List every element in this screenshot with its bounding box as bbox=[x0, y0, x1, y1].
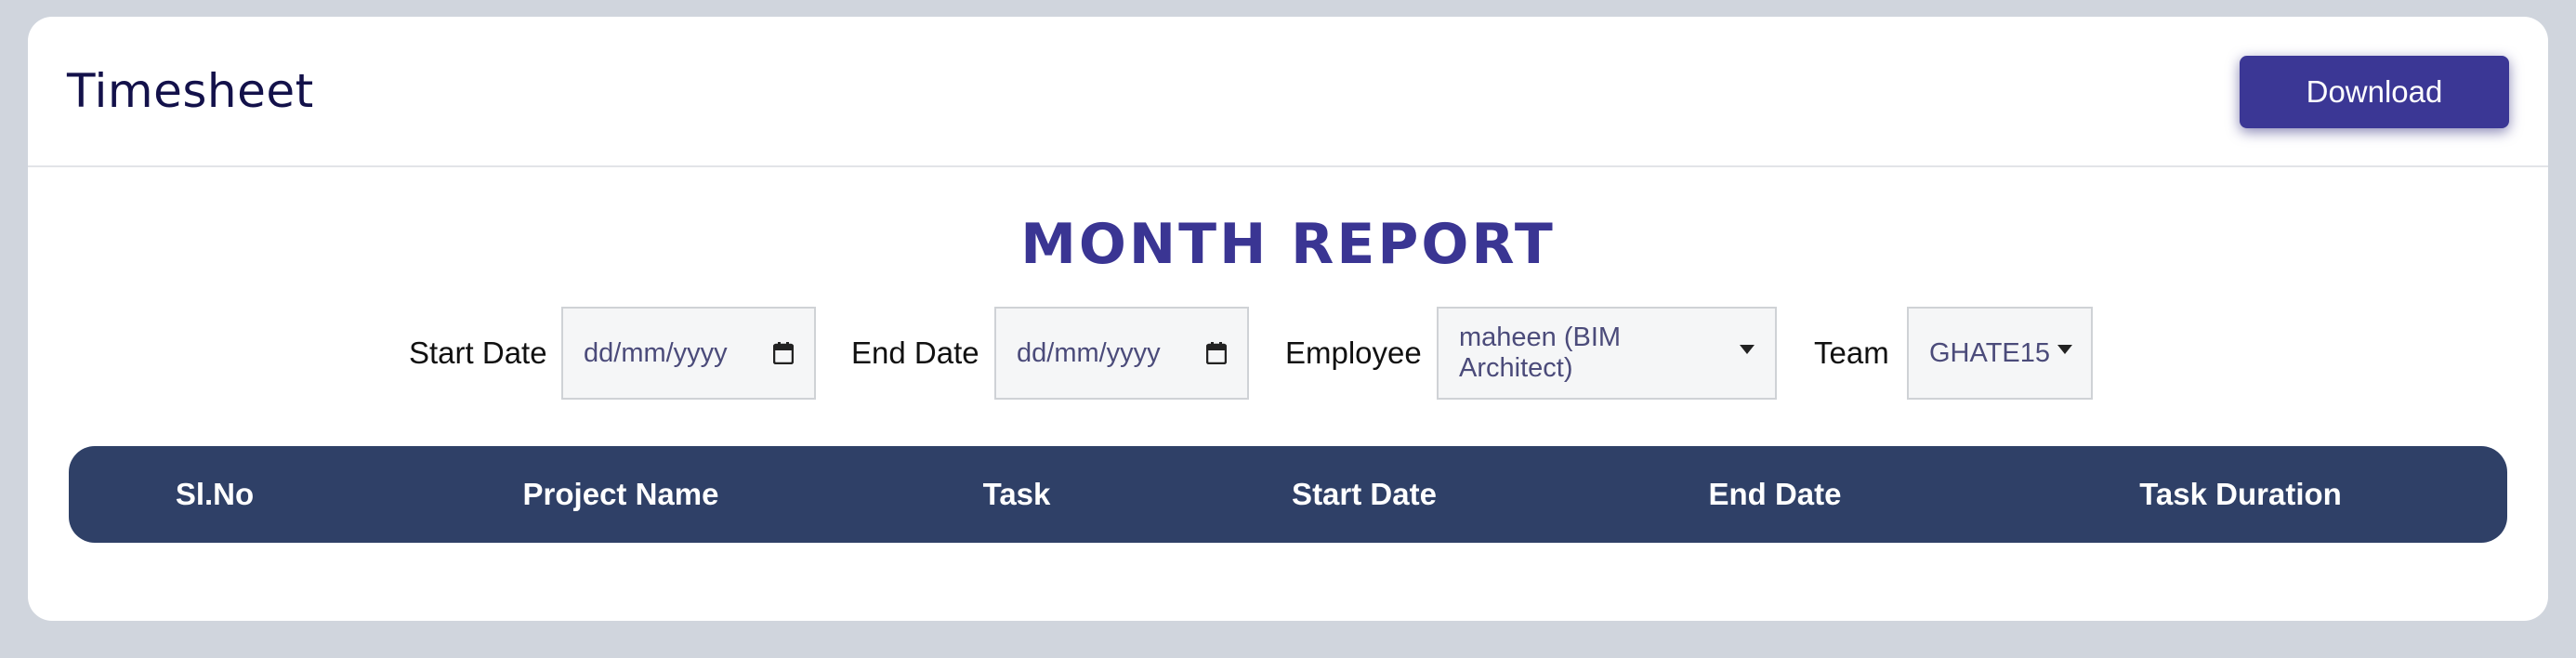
caret-down-icon bbox=[2057, 345, 2073, 354]
timesheet-card: Timesheet Download MONTH REPORT Start Da… bbox=[28, 17, 2548, 621]
column-header-task-duration[interactable]: Task Duration bbox=[2139, 446, 2342, 543]
report-title: MONTH REPORT bbox=[1020, 212, 1556, 277]
employee-value: maheen (BIM Architect) bbox=[1459, 322, 1622, 383]
team-label: Team bbox=[1814, 336, 1889, 370]
column-header-task[interactable]: Task bbox=[983, 446, 1051, 543]
column-header-sl-no[interactable]: Sl.No bbox=[176, 446, 254, 543]
column-header-project-name[interactable]: Project Name bbox=[523, 446, 719, 543]
employee-select[interactable]: maheen (BIM Architect) bbox=[1437, 307, 1777, 400]
column-header-start-date[interactable]: Start Date bbox=[1292, 446, 1437, 543]
page-title: Timesheet bbox=[67, 64, 314, 118]
team-value: GHATE15 bbox=[1929, 337, 2051, 368]
start-date-input[interactable]: dd/mm/yyyy bbox=[561, 307, 816, 400]
calendar-icon[interactable] bbox=[773, 342, 794, 364]
end-date-placeholder: dd/mm/yyyy bbox=[1017, 337, 1161, 368]
table-header: Sl.No Project Name Task Start Date End D… bbox=[69, 446, 2507, 543]
filter-bar: Start Date dd/mm/yyyy End Date dd/mm/yyy… bbox=[28, 307, 2548, 400]
column-header-end-date[interactable]: End Date bbox=[1708, 446, 1841, 543]
employee-label: Employee bbox=[1285, 336, 1422, 370]
card-header: Timesheet Download bbox=[28, 17, 2548, 167]
team-select[interactable]: GHATE15 bbox=[1907, 307, 2093, 400]
start-date-label: Start Date bbox=[409, 336, 547, 370]
download-button[interactable]: Download bbox=[2240, 56, 2509, 128]
calendar-icon[interactable] bbox=[1206, 342, 1227, 364]
end-date-label: End Date bbox=[851, 336, 979, 370]
start-date-placeholder: dd/mm/yyyy bbox=[584, 337, 728, 368]
caret-down-icon bbox=[1740, 345, 1755, 354]
end-date-input[interactable]: dd/mm/yyyy bbox=[994, 307, 1249, 400]
